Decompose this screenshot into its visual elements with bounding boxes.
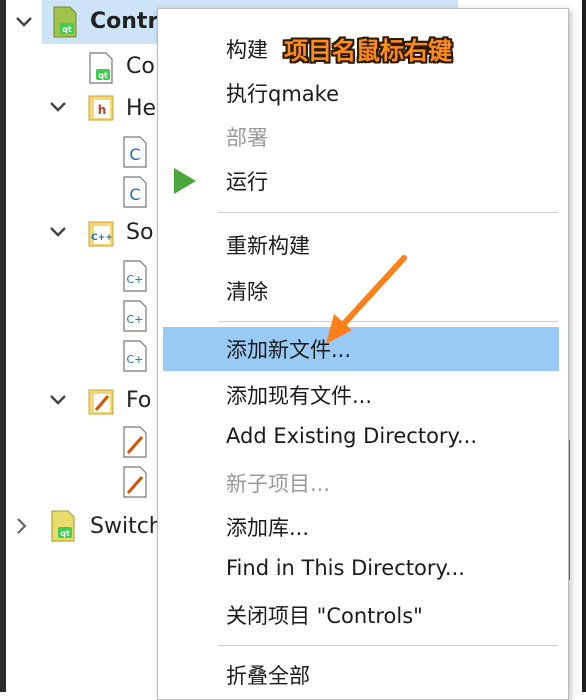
annotation-arrow-icon [326,255,407,344]
